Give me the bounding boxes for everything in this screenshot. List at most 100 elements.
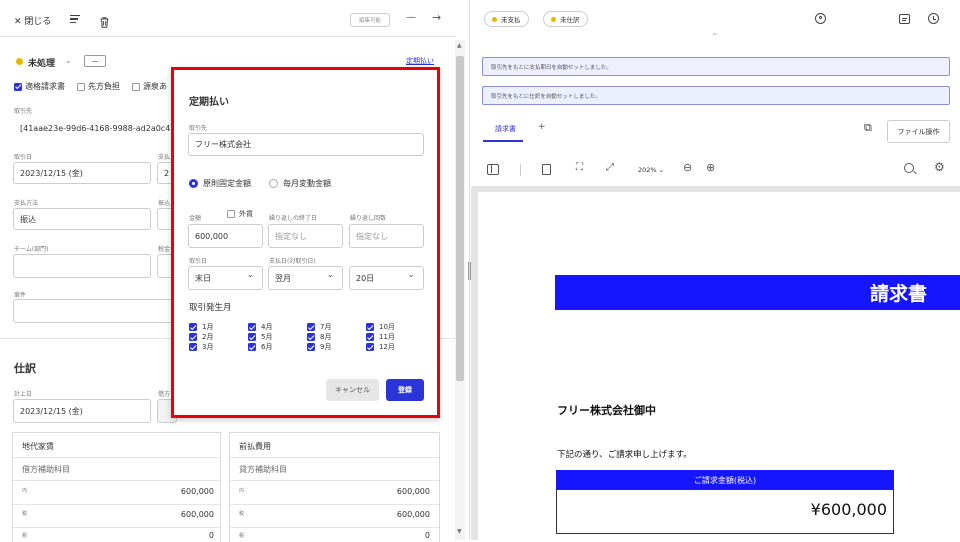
method-input[interactable]: 振込	[13, 208, 151, 230]
external-link-icon[interactable]: ⧉	[864, 121, 872, 135]
prepaid-checkbox[interactable]: 先方負担	[77, 81, 120, 92]
menu-icon[interactable]	[70, 14, 80, 24]
withholding-checkbox[interactable]: 源泉あ	[132, 81, 167, 92]
cancel-button[interactable]: キャンセル	[326, 379, 379, 401]
expand-icon[interactable]: ⤢	[606, 162, 614, 173]
invoice-title-bar: 請求書	[555, 275, 960, 310]
trade-day-label: 取引日	[189, 258, 208, 265]
credit-sub-account[interactable]: 貸方補助科目	[239, 464, 287, 475]
repeat-count-label: 繰り返し回数	[350, 215, 387, 222]
credit-tax-amount[interactable]: 600,000	[366, 510, 430, 519]
month-checkbox-11[interactable]: 11月	[366, 332, 395, 342]
checkbox-checked-icon	[189, 343, 197, 351]
status-select[interactable]: —	[84, 55, 106, 67]
radio-fixed-amount[interactable]: 原則固定金額	[189, 178, 251, 189]
credit-account[interactable]: 前払費用	[239, 441, 271, 452]
modal-partner-label: 取引先	[189, 125, 208, 132]
sidebar-toggle-icon[interactable]	[487, 164, 499, 175]
zoom-select[interactable]: 202% ⌄	[638, 166, 664, 174]
close-icon: ✕	[14, 17, 22, 27]
trade-day-select[interactable]: 末日	[188, 266, 263, 290]
project-input[interactable]	[13, 299, 175, 323]
debit-sub-account[interactable]: 借方補助科目	[22, 464, 70, 475]
periodic-payment-link[interactable]: 定期払い	[406, 56, 434, 66]
scroll-down-icon[interactable]: ▼	[457, 528, 462, 535]
comment-icon[interactable]	[899, 14, 910, 24]
month-checkbox-2[interactable]: 2月	[189, 332, 213, 342]
debit-other-amount[interactable]: 0	[150, 531, 214, 540]
chevron-up-icon[interactable]: ⌃	[711, 32, 718, 41]
checkbox-checked-icon	[366, 343, 374, 351]
credit-amount[interactable]: 600,000	[366, 487, 430, 496]
search-icon[interactable]	[904, 163, 917, 175]
month-checkbox-6[interactable]: 6月	[248, 342, 272, 352]
foreign-currency-checkbox[interactable]: 外貨	[227, 209, 253, 219]
zoom-out-icon[interactable]: ⊖	[683, 161, 692, 174]
unjournaled-tag[interactable]: 未仕訳	[543, 11, 588, 27]
checkbox-empty-icon	[132, 82, 140, 91]
unpaid-tag[interactable]: 未支払	[484, 11, 529, 27]
posting-date-input[interactable]: 2023/12/15 (金)	[13, 399, 151, 423]
posting-date-label: 計上日	[14, 391, 33, 398]
scroll-up-icon[interactable]: ▲	[457, 42, 462, 49]
tax-label: 税金	[158, 246, 171, 253]
date-input[interactable]: 2023/12/15 (金)	[13, 162, 151, 184]
row-tag: 内	[22, 488, 28, 494]
user-icon[interactable]	[815, 13, 826, 24]
repeat-end-label: 繰り返しの終了日	[269, 215, 318, 222]
debit-amount[interactable]: 600,000	[150, 487, 214, 496]
month-checkbox-4[interactable]: 4月	[248, 322, 272, 332]
month-checkbox-8[interactable]: 8月	[307, 332, 331, 342]
scrollbar-thumb[interactable]	[456, 56, 464, 381]
debit-account[interactable]: 地代家賃	[22, 441, 54, 452]
tab-add-button[interactable]: +	[538, 122, 546, 132]
fit-screen-icon[interactable]: ⛶	[576, 162, 583, 173]
team-input[interactable]	[13, 254, 151, 278]
page-icon[interactable]	[542, 164, 551, 175]
tab-invoice[interactable]: 請求書	[495, 124, 516, 134]
checkbox-checked-icon	[307, 323, 315, 331]
checkbox-checked-icon	[248, 343, 256, 351]
submit-button[interactable]: 登録	[386, 379, 424, 401]
collapse-icon[interactable]: —	[406, 12, 416, 23]
amount-label: 金額	[189, 215, 202, 222]
left-scrollbar[interactable]: ▲ ▼	[455, 40, 465, 540]
zoom-in-icon[interactable]: ⊕	[706, 161, 715, 174]
month-checkbox-12[interactable]: 12月	[366, 342, 395, 352]
repeat-end-input[interactable]: 指定なし	[268, 224, 343, 248]
row-tag: 内	[239, 488, 245, 494]
pay-day-select[interactable]: 20日	[349, 266, 424, 290]
tab-active-indicator	[483, 140, 523, 142]
month-checkbox-10[interactable]: 10月	[366, 322, 395, 332]
modal-partner-input[interactable]: フリー株式会社	[188, 133, 424, 156]
month-checkbox-9[interactable]: 9月	[307, 342, 331, 352]
chevron-down-icon[interactable]: ⌄	[65, 56, 72, 65]
invoice-addressee: フリー株式会社御中	[557, 404, 656, 417]
partner-value[interactable]: [41aae23e-99d6-4168-9988-ad2a0c477	[20, 124, 180, 133]
radio-variable-amount[interactable]: 毎月変動金額	[269, 178, 331, 189]
month-checkbox-7[interactable]: 7月	[307, 322, 331, 332]
team-label: チーム(部門)	[14, 246, 49, 253]
date-label: 取引日	[14, 154, 33, 161]
month-checkbox-1[interactable]: 1月	[189, 322, 213, 332]
amount-input[interactable]: 600,000	[188, 224, 263, 248]
months-label: 取引発生月	[189, 303, 232, 313]
close-button[interactable]: ✕ 閉じる	[14, 14, 51, 27]
history-clock-icon[interactable]	[928, 13, 939, 24]
month-checkbox-3[interactable]: 3月	[189, 342, 213, 352]
month-checkbox-5[interactable]: 5月	[248, 332, 272, 342]
pay-month-select[interactable]: 翌月	[268, 266, 343, 290]
file-operations-button[interactable]: ファイル操作	[887, 120, 950, 143]
checkbox-checked-icon	[14, 82, 22, 91]
radio-selected-icon	[189, 179, 198, 188]
repeat-count-input[interactable]: 指定なし	[349, 224, 424, 248]
project-label: 案件	[14, 292, 27, 299]
journal-heading: 仕訳	[14, 362, 36, 375]
qualified-invoice-checkbox[interactable]: 適格請求書	[14, 81, 65, 92]
trash-icon[interactable]	[100, 13, 109, 28]
debit-tax-amount[interactable]: 600,000	[150, 510, 214, 519]
credit-other-amount[interactable]: 0	[366, 531, 430, 540]
arrow-right-icon[interactable]: →	[432, 11, 441, 24]
gear-icon[interactable]: ⚙	[934, 160, 945, 174]
amount-box: ¥600,000	[556, 490, 894, 534]
